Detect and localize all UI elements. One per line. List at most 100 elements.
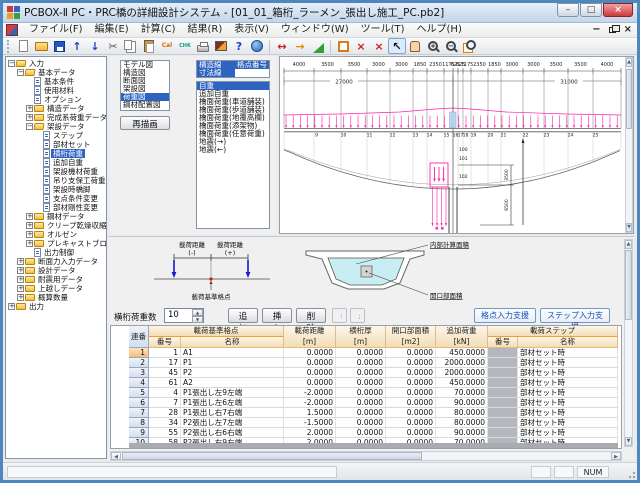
menu-item[interactable]: 計算(C) [135, 23, 182, 37]
table-row[interactable]: 11A10.00000.00000.0000450.0000部材セット時 [129, 348, 618, 358]
resize-grip[interactable] [625, 468, 635, 478]
check-icon[interactable]: CHK [176, 38, 194, 54]
tree-item[interactable]: 架設機材荷重 [6, 167, 106, 176]
table-cell[interactable]: 0.0000 [386, 408, 436, 418]
help-icon[interactable]: ? [230, 38, 248, 54]
move-up-icon[interactable]: ↑ [68, 38, 86, 54]
table-cell[interactable]: 部材セット時 [518, 408, 618, 418]
menu-item[interactable]: ツール(T) [355, 23, 411, 37]
table-cell[interactable] [488, 428, 518, 438]
table-cell[interactable]: 0.0000 [336, 418, 386, 428]
table-cell[interactable]: 4 [149, 388, 181, 398]
mdi-minimize-button[interactable]: − [592, 25, 600, 35]
tree-item[interactable]: 支点条件変更 [6, 194, 106, 203]
tree-item[interactable]: −基本データ [6, 68, 106, 77]
tree-expand-icon[interactable]: + [17, 276, 24, 283]
tree-item[interactable]: オプション [6, 95, 106, 104]
table-cell[interactable]: 80.0000 [436, 418, 488, 428]
maximize-button[interactable]: □ [580, 3, 602, 17]
tree-expand-icon[interactable]: − [17, 69, 24, 76]
table-cell[interactable]: 部材セット時 [518, 358, 618, 368]
tree-expand-icon[interactable]: + [26, 213, 33, 220]
table-cell[interactable]: 4 [129, 378, 149, 388]
table-cell[interactable]: 90.0000 [436, 428, 488, 438]
table-cell[interactable]: 5 [129, 388, 149, 398]
table-cell[interactable] [488, 398, 518, 408]
table-cell[interactable]: -2.0000 [284, 398, 336, 408]
table-row[interactable]: 834P2張出し左7左端-1.50000.00000.000080.0000部材… [129, 418, 618, 428]
menu-item[interactable]: ヘルプ(H) [411, 23, 468, 37]
table-cell[interactable] [488, 388, 518, 398]
node-input-support-button[interactable]: 格点入力支援 [474, 308, 536, 323]
table-horizontal-scrollbar[interactable]: ◀ ▶ [110, 451, 622, 461]
table-cell[interactable]: 0.0000 [336, 428, 386, 438]
tree-item[interactable]: +構造データ [6, 104, 106, 113]
table-cell[interactable]: 0.0000 [386, 358, 436, 368]
table-cell[interactable]: 1 [129, 348, 149, 358]
table-cell[interactable]: P2張出し右6右端 [181, 428, 284, 438]
table-cell[interactable]: 0.0000 [386, 418, 436, 428]
tree-item[interactable]: +断面力入力データ [6, 257, 106, 266]
tree-item[interactable]: 部材セット [6, 140, 106, 149]
add-button[interactable]: 追加 [228, 308, 258, 323]
table-cell[interactable]: 17 [149, 358, 181, 368]
table-cell[interactable]: P2張出し左7左端 [181, 418, 284, 428]
tree-item[interactable]: +概算数量 [6, 293, 106, 302]
table-cell[interactable] [488, 408, 518, 418]
table-cell[interactable]: 部材セット時 [518, 388, 618, 398]
menu-item[interactable]: ウィンドウ(W) [275, 23, 355, 37]
table-cell[interactable]: 9 [129, 428, 149, 438]
table-cell[interactable]: -2.0000 [284, 388, 336, 398]
tree-expand-icon[interactable]: − [8, 60, 15, 67]
table-cell[interactable]: 部材セット時 [518, 378, 618, 388]
table-cell[interactable]: 7 [129, 408, 149, 418]
table-cell[interactable]: 45 [149, 368, 181, 378]
title-bar[interactable]: PCBOX-Ⅱ PC・PRC橋の詳細設計システム - [01_01_箱桁_ラーメ… [3, 3, 637, 23]
save-icon[interactable] [50, 38, 68, 54]
tree-item[interactable]: 横桁荷重 [6, 149, 106, 158]
table-cell[interactable]: 28 [149, 408, 181, 418]
tree-expand-icon[interactable]: + [17, 267, 24, 274]
tree-item[interactable]: +プレキャストブロック [6, 239, 106, 248]
jump-orange-icon[interactable]: → [291, 38, 309, 54]
scroll-right-icon[interactable]: ▶ [611, 452, 621, 460]
tree-item[interactable]: 出力制御 [6, 248, 106, 257]
load-list-item[interactable]: 地震(←) [197, 146, 269, 154]
table-cell[interactable]: 0.0000 [386, 378, 436, 388]
tree-expand-icon[interactable]: + [26, 240, 33, 247]
tree-item[interactable]: +上越しデータ [6, 284, 106, 293]
table-cell[interactable]: 1 [149, 348, 181, 358]
image-icon[interactable] [212, 38, 230, 54]
table-cell[interactable]: P1張出し右7右端 [181, 408, 284, 418]
table-cell[interactable]: 8 [129, 418, 149, 428]
jump-red-icon[interactable]: ↔ [273, 38, 291, 54]
scroll-down-icon[interactable]: ▼ [625, 437, 632, 446]
table-cell[interactable] [488, 378, 518, 388]
move-down-icon[interactable]: ↓ [86, 38, 104, 54]
tree-expand-icon[interactable]: + [26, 105, 33, 112]
table-cell[interactable]: 0.0000 [336, 388, 386, 398]
table-cell[interactable]: 1.5000 [284, 408, 336, 418]
table-cell[interactable] [488, 368, 518, 378]
fit-view-icon[interactable] [334, 38, 352, 54]
table-cell[interactable]: 0.0000 [386, 398, 436, 408]
tree-item[interactable]: +鋼材データ [6, 212, 106, 221]
table-cell[interactable]: 部材セット時 [518, 398, 618, 408]
table-cell[interactable]: 0.0000 [386, 428, 436, 438]
tree-item[interactable]: 追加自重 [6, 158, 106, 167]
tree-expand-icon[interactable]: + [17, 294, 24, 301]
table-row[interactable]: 461A20.00000.00000.0000450.0000部材セット時 [129, 378, 618, 388]
table-cell[interactable]: 6 [129, 398, 149, 408]
table-row[interactable]: 54P1張出し左9左端-2.00000.00000.000070.0000部材セ… [129, 388, 618, 398]
zoom-extents-a-icon[interactable]: × [352, 38, 370, 54]
tree-expand-icon[interactable]: + [17, 258, 24, 265]
tree-item[interactable]: ステップ [6, 131, 106, 140]
table-cell[interactable]: P1 [181, 358, 284, 368]
tree-expand-icon[interactable]: + [26, 231, 33, 238]
tree-item[interactable]: 部材剛性変更 [6, 203, 106, 212]
table-row[interactable]: 955P2張出し右6右端2.00000.00000.000090.0000部材セ… [129, 428, 618, 438]
scroll-up-icon[interactable]: ▲ [626, 58, 632, 67]
table-cell[interactable]: 3 [129, 368, 149, 378]
drawing-vertical-scrollbar[interactable]: ▲ ▼ [625, 57, 633, 233]
print-icon[interactable] [194, 38, 212, 54]
